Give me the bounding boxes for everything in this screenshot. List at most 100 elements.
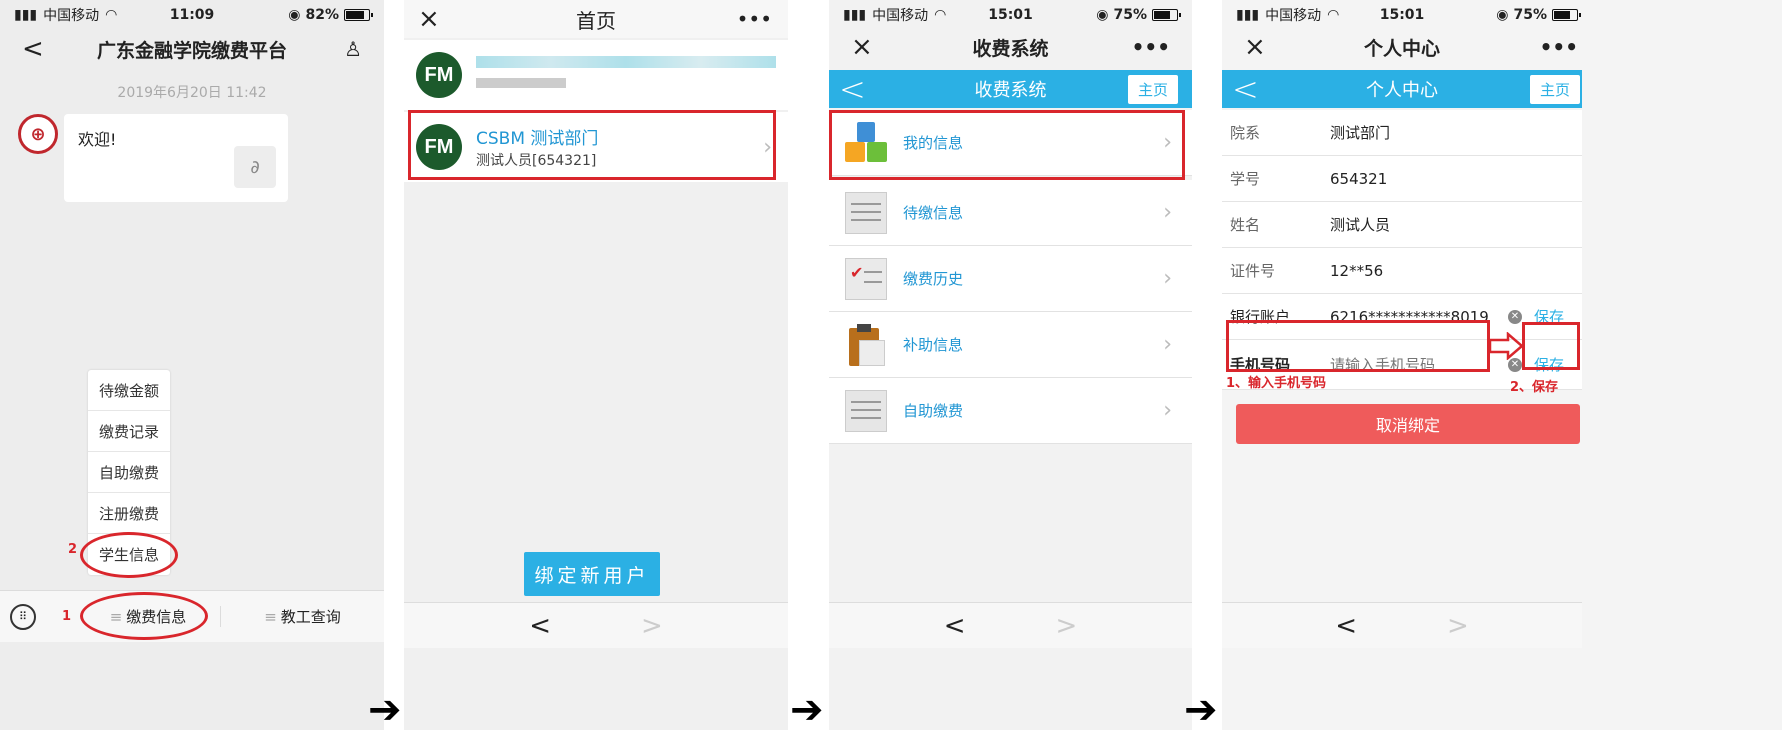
alarm-icon: ◉ [1496,7,1509,23]
wifi-icon: ◠ [105,7,118,23]
carrier-label: 中国移动 [1265,8,1322,24]
browser-forward-button[interactable]: > [1447,611,1469,641]
step-number-1: 1 [62,609,72,624]
status-bar: ▮▮▮ 中国移动 ◠ 15:01 ◉ 75% [1222,0,1582,30]
app-title: 收费系统 [974,80,1047,101]
field-label: 学号 [1230,170,1261,188]
battery-icon [1552,9,1581,21]
blurred-account-row[interactable]: FM [404,40,788,110]
browser-forward-button[interactable]: > [1056,611,1078,641]
page-title: 个人中心 [1363,37,1440,60]
app-title: 个人中心 [1366,80,1438,101]
more-button[interactable]: ••• [1132,35,1170,59]
menu-item-register-pay[interactable]: 注册缴费 [88,493,170,534]
chevron-right-icon: › [1163,332,1172,357]
home-header: × 首页 ••• [404,0,788,38]
profile-icon[interactable]: ♙ [344,37,362,61]
flow-arrow-3: ➔ [1184,687,1218,733]
menu-item-label: 缴费历史 [903,270,964,288]
menu-item-self-pay[interactable]: 自助缴费 › [829,378,1192,444]
menu-lines-icon: ≡ [264,608,277,626]
menu-item-payment-records[interactable]: 缴费记录 [88,411,170,452]
document-list-icon [845,191,887,234]
field-row-name: 姓名 测试人员 [1222,202,1582,248]
battery-percent: 75% [1513,7,1547,23]
home-button[interactable]: 主页 [1127,74,1178,104]
browser-back-button[interactable]: < [944,611,966,641]
signal-icon: ▮▮▮ [14,7,38,23]
browser-forward-button[interactable]: > [641,611,663,641]
clipboard-icon [845,323,887,366]
screen-fee-system: ▮▮▮ 中国移动 ◠ 15:01 ◉ 75% × 收费系统 ••• < 收费系统 主页… [829,0,1192,730]
field-row-department: 院系 测试部门 [1222,110,1582,156]
field-value: 测试人员 [1330,216,1391,234]
more-button[interactable]: ••• [737,7,772,31]
message-bubble[interactable]: 欢迎! ∂ [64,114,288,202]
page-header: × 收费系统 ••• [829,28,1192,66]
alarm-icon: ◉ [288,7,301,23]
menu-item-label: 补助信息 [903,336,964,354]
clear-icon[interactable]: ✕ [1508,309,1522,324]
browser-nav-bar: < > [1222,602,1582,648]
tab-query-label: 教工查询 [280,608,341,626]
home-button[interactable]: 主页 [1529,74,1580,104]
fm-logo-icon: FM [416,52,462,98]
wifi-icon: ◠ [1327,7,1340,23]
menu-item-pending-info[interactable]: 待缴信息 › [829,180,1192,246]
tab-staff-query[interactable]: ≡ 教工查询 [220,606,384,627]
app-back-button[interactable]: < [1232,70,1259,108]
field-row-id-number: 证件号 12**56 [1222,248,1582,294]
battery-icon [1152,9,1181,21]
carrier-label: 中国移动 [43,8,100,24]
screen-wechat-chat: ▮▮▮ 中国移动 ◠ 11:09 ◉ 82% < 广东金融学院缴费平台 ♙ 2019年… [0,0,384,730]
menu-item-label: 自助缴费 [903,402,964,420]
annotation-step-1: 1、输入手机号码 [1226,376,1327,391]
keyboard-icon[interactable]: ⠿ [10,603,36,630]
close-button[interactable]: × [1244,32,1266,62]
status-bar: ▮▮▮ 中国移动 ◠ 15:01 ◉ 75% [829,0,1192,30]
field-value: 12**56 [1330,261,1384,280]
status-bar: ▮▮▮ 中国移动 ◠ 11:09 ◉ 82% [0,0,384,30]
chat-title: 广东金融学院缴费平台 [96,39,287,62]
school-logo-avatar[interactable]: ⊕ [18,114,58,154]
app-back-button[interactable]: < [839,70,866,108]
browser-back-button[interactable]: < [1335,611,1357,641]
browser-back-button[interactable]: < [529,611,551,641]
close-button[interactable]: × [418,4,440,34]
chat-header: < 广东金融学院缴费平台 ♙ [0,30,384,68]
app-header: < 个人中心 主页 [1222,70,1582,108]
flow-arrow-1: ➔ [368,687,402,733]
back-button[interactable]: < [22,34,44,64]
more-button[interactable]: ••• [1540,35,1578,59]
menu-item-self-pay[interactable]: 自助缴费 [88,452,170,493]
page-title: 收费系统 [972,37,1049,60]
field-label: 证件号 [1230,262,1276,280]
chevron-right-icon: › [1163,200,1172,225]
wifi-icon: ◠ [934,7,947,23]
menu-item-subsidy-info[interactable]: 补助信息 › [829,312,1192,378]
field-value: 654321 [1330,169,1388,188]
browser-nav-bar: < > [404,602,788,648]
annotation-box-save [1522,322,1580,370]
field-label: 姓名 [1230,216,1261,234]
field-row-student-id: 学号 654321 [1222,156,1582,202]
unbind-button[interactable]: 取消绑定 [1236,404,1580,444]
app-header: < 收费系统 主页 [829,70,1192,108]
bind-new-user-button[interactable]: 绑定新用户 [524,552,660,596]
annotation-circle-payment-info [80,592,208,640]
battery-icon [344,9,373,21]
screen-home: × 首页 ••• FM FM CSBM 测试部门 测试人员[654321] › … [404,0,788,730]
menu-item-payment-history[interactable]: ✔ 缴费历史 › [829,246,1192,312]
signal-icon: ▮▮▮ [843,7,867,23]
annotation-arrow [1488,332,1524,360]
step-number-2: 2 [68,542,78,557]
close-button[interactable]: × [851,32,873,62]
menu-item-pending-amount[interactable]: 待缴金额 [88,370,170,411]
clock: 15:01 [988,7,1033,23]
page-header: × 个人中心 ••• [1222,28,1582,66]
browser-nav-bar: < > [829,602,1192,648]
link-icon[interactable]: ∂ [234,146,276,188]
annotation-circle-student-info [80,532,178,578]
annotation-box-phone-input [1226,320,1490,372]
checklist-icon: ✔ [845,257,887,300]
